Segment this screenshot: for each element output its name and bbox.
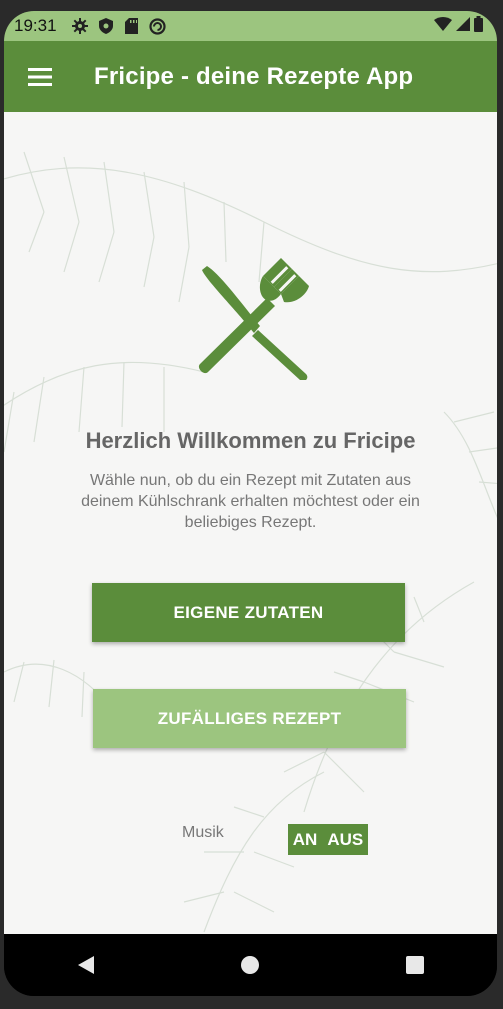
device-frame: 19:31 Fricipe - deine Rezepte App Herzli… xyxy=(4,11,497,996)
shield-icon xyxy=(97,17,115,35)
music-on-button[interactable]: AN xyxy=(293,830,318,850)
own-ingredients-button[interactable]: EIGENE ZUTATEN xyxy=(92,583,405,642)
home-button[interactable] xyxy=(230,945,270,985)
settings-icon xyxy=(71,17,89,35)
battery-icon xyxy=(474,15,483,37)
status-time: 19:31 xyxy=(14,16,57,35)
back-triangle-icon xyxy=(78,956,95,974)
status-bar: 19:31 xyxy=(4,11,497,41)
random-recipe-button[interactable]: ZUFÄLLIGES REZEPT xyxy=(93,689,406,748)
wifi-icon xyxy=(434,16,452,36)
recents-button[interactable] xyxy=(395,945,435,985)
status-system-icons xyxy=(434,15,483,37)
welcome-title: Herzlich Willkommen zu Fricipe xyxy=(85,428,416,453)
signal-icon xyxy=(456,16,470,36)
main-content: Herzlich Willkommen zu Fricipe Wähle nun… xyxy=(4,112,497,934)
home-circle-icon xyxy=(241,956,260,974)
music-label: Musik xyxy=(182,824,224,841)
menu-button[interactable] xyxy=(18,55,62,99)
status-notification-icons xyxy=(71,17,167,35)
app-title: Fricipe - deine Rezepte App xyxy=(94,62,414,90)
sync-icon xyxy=(149,17,167,35)
music-off-button[interactable]: AUS xyxy=(327,830,363,850)
navigation-bar xyxy=(4,934,497,996)
back-button[interactable] xyxy=(66,945,106,985)
cutlery-logo-icon xyxy=(198,258,309,380)
sd-card-icon xyxy=(123,17,141,35)
hamburger-menu-icon xyxy=(28,67,52,86)
app-bar: Fricipe - deine Rezepte App xyxy=(4,41,497,112)
music-toggle: AN AUS xyxy=(288,824,368,855)
welcome-subtitle: Wähle nun, ob du ein Rezept mit Zutaten … xyxy=(81,472,420,531)
recents-square-icon xyxy=(405,956,424,974)
